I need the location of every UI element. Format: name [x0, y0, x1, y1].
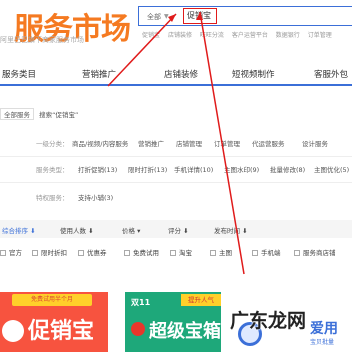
checkbox-label: 官方 — [9, 249, 22, 257]
filter-label: 服务类型： — [36, 166, 69, 174]
filter-row-service-type: 服务类型： 打折促销(13) 限时打折(13) 手机详情(10) 主图水印(9)… — [0, 164, 352, 178]
filter-label: 一级分类： — [36, 140, 69, 148]
checkbox-free-trial[interactable]: 免费试用 — [124, 247, 159, 257]
breadcrumb-query: 搜索“促销宝” — [39, 111, 79, 119]
nav-item-outsourcing[interactable]: 客服外包 — [314, 68, 348, 80]
checkbox-label: 主图 — [219, 249, 232, 257]
checkbox-coupon[interactable]: 优惠券 — [78, 247, 107, 257]
sort-price[interactable]: 价格 ▾ — [122, 225, 140, 235]
filter-option[interactable]: 手机详情(10) — [174, 164, 213, 174]
checkbox-box — [124, 250, 130, 256]
card-title: 爱用 — [310, 321, 338, 337]
card-title: 促销宝 — [28, 319, 95, 344]
filter-row-privilege: 特权服务： 支持小辅(3) — [0, 192, 352, 206]
checkbox-box — [0, 250, 6, 256]
sort-label: 发布时间 — [214, 227, 240, 235]
filter-option[interactable]: 订单管理 — [214, 138, 240, 148]
gift-icon — [131, 322, 145, 336]
search-scope-select[interactable]: 全部 — [147, 12, 161, 22]
logo-tagline: 阿里巴巴旗下商家服务市场 — [0, 36, 84, 44]
checkbox-taobao[interactable]: 淘宝 — [170, 247, 192, 257]
checkbox-box — [252, 250, 258, 256]
filter-option[interactable]: 店铺管理 — [176, 138, 202, 148]
promotion-icon — [2, 320, 24, 342]
divider — [0, 156, 352, 157]
hot-link[interactable]: 订单管理 — [308, 32, 332, 39]
divider — [0, 182, 352, 183]
nav-item-categories[interactable]: 服务类目 — [2, 68, 36, 80]
search-bar: 全部 ▼ 促销宝 — [138, 6, 352, 26]
arrow-down-icon: ⬇ — [30, 227, 36, 235]
watermark: 广东龙网 — [230, 310, 307, 332]
filter-option[interactable]: 营销推广 — [138, 138, 164, 148]
main-nav: 服务类目 营销推广 店铺装修 短视频制作 客服外包 — [0, 62, 352, 86]
checkbox-label: 免费试用 — [133, 249, 159, 257]
sort-publish-time[interactable]: 发布时间 ⬇ — [214, 225, 248, 235]
site-logo[interactable]: 服务市场 阿里巴巴旗下商家服务市场 — [0, 2, 131, 47]
card-tag: 双11 — [131, 298, 151, 307]
chevron-down-icon: ▾ — [137, 227, 141, 235]
filter-option[interactable]: 主图优化(5) — [314, 164, 349, 174]
filter-option[interactable]: 代运营服务 — [252, 138, 285, 148]
filter-option[interactable]: 打折促销(13) — [78, 164, 117, 174]
arrow-down-icon: ⬇ — [88, 227, 94, 235]
service-card-cuxiaobao[interactable]: 免费试用半个月 促销宝 — [0, 292, 108, 352]
sort-label: 综合排序 — [2, 227, 28, 235]
checkbox-limited-discount[interactable]: 限时折扣 — [32, 247, 67, 257]
arrow-down-icon: ⬇ — [183, 227, 189, 235]
hot-link[interactable]: 数据银行 — [276, 32, 300, 39]
card-badge: 提升人气 — [181, 294, 221, 306]
sort-comprehensive[interactable]: 综合排序 ⬇ — [2, 225, 36, 235]
checkbox-mobile[interactable]: 手机端 — [252, 247, 281, 257]
chevron-down-icon: ▼ — [164, 13, 169, 20]
sort-label: 使用人数 — [60, 227, 86, 235]
card-title: 超级宝箱 — [149, 321, 221, 342]
nav-item-marketing[interactable]: 营销推广 — [82, 68, 116, 80]
filter-label: 特权服务： — [36, 194, 69, 202]
filter-option[interactable]: 主图水印(9) — [224, 164, 259, 174]
checkbox-official[interactable]: 官方 — [0, 247, 22, 257]
filter-option[interactable]: 设计服务 — [302, 138, 328, 148]
sort-label: 价格 — [122, 227, 135, 235]
checkbox-label: 优惠券 — [87, 249, 107, 257]
sort-rating[interactable]: 评分 ⬇ — [168, 225, 189, 235]
hot-link[interactable]: 客户运营平台 — [232, 32, 268, 39]
service-card-super-box[interactable]: 双11 提升人气 超级宝箱 — [125, 292, 221, 352]
breadcrumb: 全部服务 搜索“促销宝” — [0, 108, 78, 120]
filter-row-category: 一级分类： 商品/视频/内容服务 营销推广 店铺管理 订单管理 代运营服务 设计… — [0, 138, 352, 152]
checkbox-provider-store[interactable]: 服务商店铺 — [294, 247, 336, 257]
quick-filter-checkboxes: 官方 限时折扣 优惠券 免费试用 淘宝 主图 手机端 服务商店铺 — [0, 247, 352, 261]
checkbox-box — [294, 250, 300, 256]
checkbox-label: 服务商店铺 — [303, 249, 336, 257]
filter-option[interactable]: 支持小辅(3) — [78, 192, 113, 202]
filter-option[interactable]: 限时打折(13) — [128, 164, 167, 174]
hot-link[interactable]: 店铺装修 — [168, 32, 192, 39]
card-subtitle: 宝贝批量 — [310, 339, 335, 346]
checkbox-box — [32, 250, 38, 256]
nav-item-video[interactable]: 短视频制作 — [232, 68, 275, 80]
search-input[interactable]: 促销宝 — [183, 8, 217, 24]
breadcrumb-home[interactable]: 全部服务 — [0, 108, 34, 120]
checkbox-box — [210, 250, 216, 256]
sort-bar: 综合排序 ⬇ 使用人数 ⬇ 价格 ▾ 评分 ⬇ 发布时间 ⬇ — [0, 220, 352, 238]
sort-users[interactable]: 使用人数 ⬇ — [60, 225, 94, 235]
hot-link[interactable]: 促销宝 — [142, 32, 160, 39]
card-tag: 免费试用半个月 — [12, 294, 92, 306]
checkbox-label: 限时折扣 — [41, 249, 67, 257]
nav-item-store-design[interactable]: 店铺装修 — [164, 68, 198, 80]
checkbox-label: 淘宝 — [179, 249, 192, 257]
arrow-down-icon: ⬇ — [242, 227, 248, 235]
sort-label: 评分 — [168, 227, 181, 235]
filter-option[interactable]: 批量修改(8) — [270, 164, 305, 174]
hot-search-links: 促销宝 店铺装修 旺旺分流 客户运营平台 数据银行 订单管理 — [142, 30, 352, 42]
checkbox-main-image[interactable]: 主图 — [210, 247, 232, 257]
checkbox-label: 手机端 — [261, 249, 281, 257]
checkbox-box — [78, 250, 84, 256]
site-header: 服务市场 阿里巴巴旗下商家服务市场 全部 ▼ 促销宝 促销宝 店铺装修 旺旺分流… — [0, 0, 352, 60]
checkbox-box — [170, 250, 176, 256]
filter-option[interactable]: 商品/视频/内容服务 — [72, 138, 128, 148]
hot-link[interactable]: 旺旺分流 — [200, 32, 224, 39]
